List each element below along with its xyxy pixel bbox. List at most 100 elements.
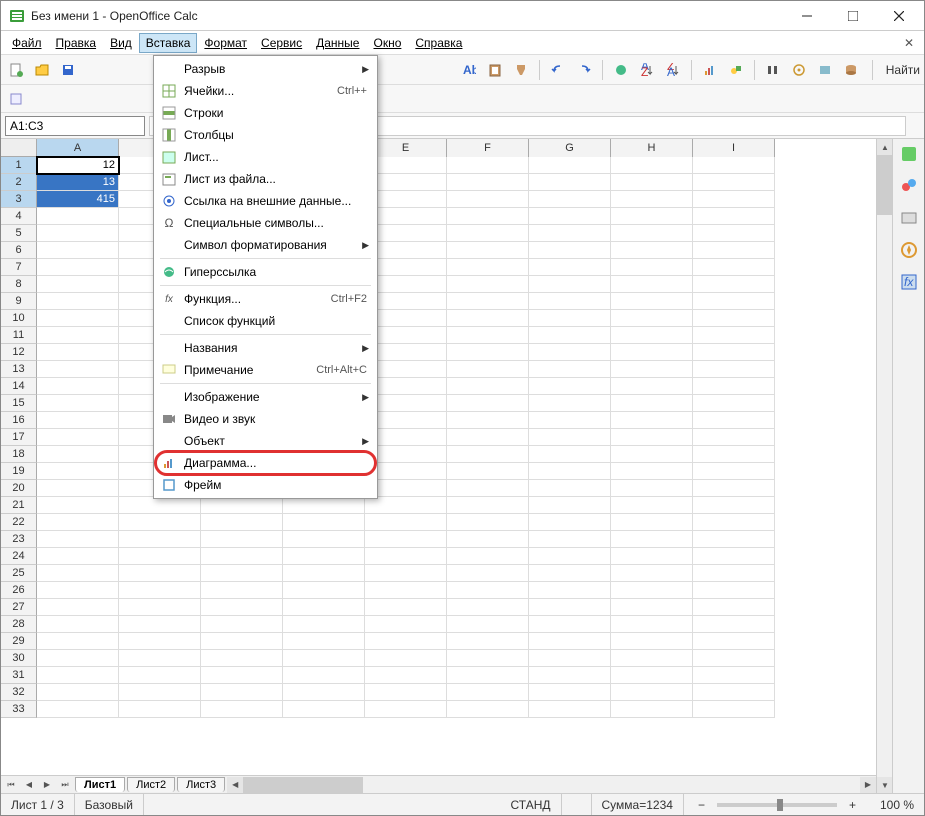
- format-paint-button[interactable]: [510, 59, 532, 81]
- col-header-F[interactable]: F: [447, 139, 529, 157]
- cell[interactable]: [693, 242, 775, 259]
- cell[interactable]: [37, 378, 119, 395]
- row-header-28[interactable]: 28: [1, 616, 37, 633]
- sidebar-navigator-icon[interactable]: [898, 239, 920, 261]
- dd-frame[interactable]: Фрейм: [156, 474, 375, 496]
- cell[interactable]: [447, 565, 529, 582]
- cell[interactable]: [365, 667, 447, 684]
- cell[interactable]: [201, 633, 283, 650]
- cell[interactable]: [365, 497, 447, 514]
- cell[interactable]: [365, 684, 447, 701]
- navigator-button[interactable]: [788, 59, 810, 81]
- cell[interactable]: [611, 208, 693, 225]
- cell[interactable]: [611, 480, 693, 497]
- cell[interactable]: [611, 259, 693, 276]
- cell[interactable]: [37, 395, 119, 412]
- sidebar-properties-icon[interactable]: [898, 143, 920, 165]
- cell[interactable]: [119, 497, 201, 514]
- col-header-A[interactable]: A: [37, 139, 119, 157]
- dd-chart[interactable]: Диаграмма...: [156, 452, 375, 474]
- tab-nav-last[interactable]: ⏭: [57, 777, 73, 793]
- cell[interactable]: [693, 429, 775, 446]
- cell[interactable]: [365, 514, 447, 531]
- cell[interactable]: [283, 633, 365, 650]
- cell[interactable]: [529, 157, 611, 174]
- dd-function-list[interactable]: Список функций: [156, 310, 375, 332]
- row-header-31[interactable]: 31: [1, 667, 37, 684]
- cell[interactable]: [283, 565, 365, 582]
- zoom-slider[interactable]: [717, 803, 837, 807]
- spellcheck-button[interactable]: Abc: [458, 59, 480, 81]
- cell[interactable]: [119, 667, 201, 684]
- cell[interactable]: [611, 701, 693, 718]
- cell[interactable]: [693, 701, 775, 718]
- cell[interactable]: [365, 582, 447, 599]
- tab-nav-prev[interactable]: ◀: [21, 777, 37, 793]
- cell[interactable]: [611, 582, 693, 599]
- horizontal-scrollbar[interactable]: ◀ ▶: [227, 776, 876, 793]
- row-header-20[interactable]: 20: [1, 480, 37, 497]
- cell[interactable]: [365, 599, 447, 616]
- cell[interactable]: [201, 650, 283, 667]
- cell[interactable]: [693, 327, 775, 344]
- cell[interactable]: [447, 701, 529, 718]
- cell[interactable]: [693, 463, 775, 480]
- cell[interactable]: [529, 208, 611, 225]
- cell[interactable]: [37, 429, 119, 446]
- cell[interactable]: [529, 225, 611, 242]
- cell[interactable]: [693, 667, 775, 684]
- col-header-H[interactable]: H: [611, 139, 693, 157]
- tab-nav-next[interactable]: ▶: [39, 777, 55, 793]
- cell[interactable]: [37, 582, 119, 599]
- row-header-14[interactable]: 14: [1, 378, 37, 395]
- cell[interactable]: [283, 684, 365, 701]
- hyperlink-button[interactable]: [610, 59, 632, 81]
- cell[interactable]: [529, 446, 611, 463]
- cell[interactable]: [447, 446, 529, 463]
- cell[interactable]: [201, 514, 283, 531]
- undo-button[interactable]: [547, 59, 569, 81]
- cell[interactable]: [119, 514, 201, 531]
- cell[interactable]: [119, 548, 201, 565]
- cell[interactable]: [447, 191, 529, 208]
- cell[interactable]: [611, 650, 693, 667]
- cell[interactable]: [529, 599, 611, 616]
- cell[interactable]: [693, 174, 775, 191]
- cell[interactable]: [201, 548, 283, 565]
- show-draw-button[interactable]: [725, 59, 747, 81]
- cell[interactable]: [611, 684, 693, 701]
- cell[interactable]: [37, 293, 119, 310]
- cell[interactable]: [201, 497, 283, 514]
- cell[interactable]: [119, 599, 201, 616]
- row-header-25[interactable]: 25: [1, 565, 37, 582]
- cell[interactable]: [37, 701, 119, 718]
- cell[interactable]: [119, 531, 201, 548]
- cell[interactable]: [37, 667, 119, 684]
- cell[interactable]: [447, 208, 529, 225]
- cell[interactable]: [119, 616, 201, 633]
- sheet-tab-3[interactable]: Лист3: [177, 777, 225, 792]
- row-header-26[interactable]: 26: [1, 582, 37, 599]
- cell[interactable]: [611, 599, 693, 616]
- cell[interactable]: [529, 514, 611, 531]
- cell[interactable]: [37, 480, 119, 497]
- cell[interactable]: [447, 497, 529, 514]
- cell[interactable]: [119, 701, 201, 718]
- cell[interactable]: [693, 361, 775, 378]
- maximize-button[interactable]: [830, 1, 876, 31]
- spreadsheet-grid[interactable]: A B C D E F G H I 1122133415456789101112…: [1, 139, 876, 775]
- dd-video-sound[interactable]: Видео и звук: [156, 408, 375, 430]
- cell[interactable]: [447, 633, 529, 650]
- dd-hyperlink[interactable]: Гиперссылка: [156, 261, 375, 283]
- cell[interactable]: [37, 463, 119, 480]
- cell[interactable]: [611, 412, 693, 429]
- cell[interactable]: [611, 191, 693, 208]
- cell[interactable]: [529, 667, 611, 684]
- cell[interactable]: [447, 276, 529, 293]
- cell[interactable]: [611, 446, 693, 463]
- dd-external-link[interactable]: Ссылка на внешние данные...: [156, 190, 375, 212]
- cell[interactable]: [201, 565, 283, 582]
- row-header-22[interactable]: 22: [1, 514, 37, 531]
- cell[interactable]: [447, 310, 529, 327]
- cell[interactable]: [283, 514, 365, 531]
